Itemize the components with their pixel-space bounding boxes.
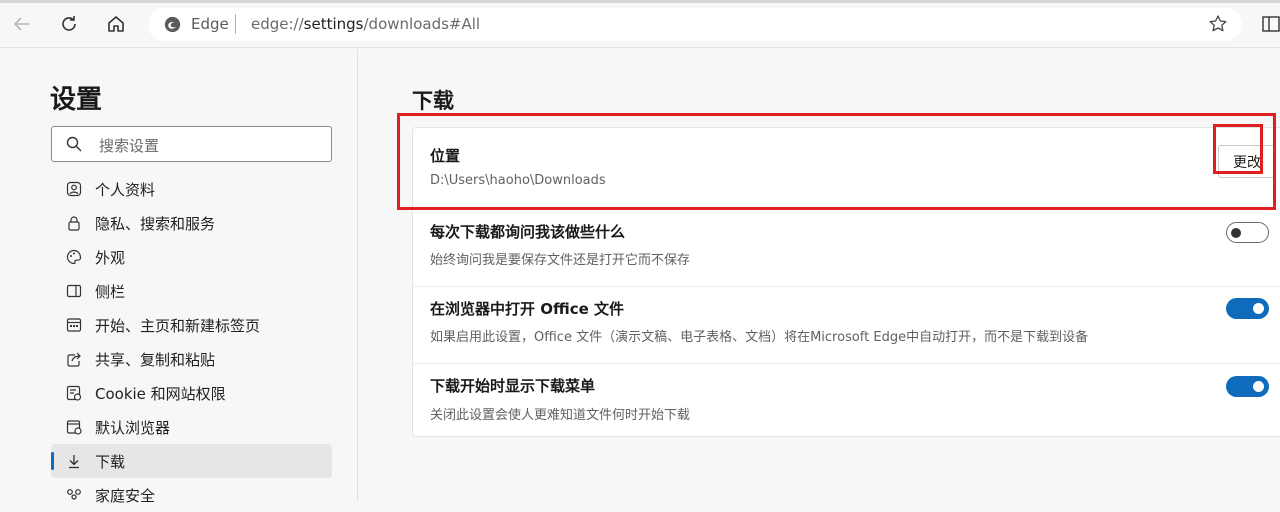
open-office-desc: 如果启用此设置，Office 文件（演示文稿、电子表格、文档）将在Microso… — [430, 330, 1089, 345]
sidebar-item-label: 侧栏 — [95, 282, 126, 301]
window-top-border — [0, 0, 1280, 3]
sidebar-item-start-home[interactable]: 开始、主页和新建标签页 — [51, 308, 332, 342]
browser-brand-label: Edge — [191, 15, 229, 33]
back-arrow-icon — [13, 17, 29, 31]
refresh-icon — [62, 16, 76, 31]
toggle-knob — [1253, 381, 1264, 392]
home-icon — [108, 16, 124, 32]
sidebar-item-downloads[interactable]: 下载 — [51, 444, 332, 478]
share-icon — [65, 350, 83, 368]
show-download-menu-toggle[interactable] — [1226, 376, 1269, 397]
home-button[interactable] — [101, 9, 131, 39]
split-screen-icon[interactable] — [1262, 15, 1280, 33]
browser-icon — [65, 418, 83, 436]
show-download-menu-desc: 关闭此设置会使人更难知道文件何时开始下载 — [430, 408, 691, 423]
sidebar-item-default-browser[interactable]: 默认浏览器 — [51, 410, 332, 444]
sidebar-item-label: 默认浏览器 — [95, 418, 171, 437]
back-button[interactable] — [7, 9, 37, 39]
sidebar-item-label: Cookie 和网站权限 — [95, 384, 226, 403]
sidebar-item-sidebar[interactable]: 侧栏 — [51, 274, 332, 308]
settings-search-input[interactable]: 搜索设置 — [51, 126, 332, 162]
download-icon — [65, 452, 83, 470]
search-icon — [66, 136, 82, 152]
sidebar-item-appearance[interactable]: 外观 — [51, 240, 332, 274]
settings-sidebar: 设置 搜索设置 个人资料 隐私、搜索和服务 外观 侧栏 开始、主页和新建标签页 … — [0, 49, 358, 505]
ask-each-download-title: 每次下载都询问我该做些什么 — [430, 223, 626, 241]
sidebar-item-label: 共享、复制和粘贴 — [95, 350, 216, 369]
settings-nav: 个人资料 隐私、搜索和服务 外观 侧栏 开始、主页和新建标签页 共享、复制和粘贴… — [51, 172, 332, 512]
lock-icon — [65, 214, 83, 232]
sidebar-item-privacy[interactable]: 隐私、搜索和服务 — [51, 206, 332, 240]
sidebar-item-profile[interactable]: 个人资料 — [51, 172, 332, 206]
open-office-toggle[interactable] — [1226, 298, 1269, 319]
profile-icon — [65, 180, 83, 198]
refresh-button[interactable] — [54, 9, 84, 39]
toggle-knob — [1253, 303, 1264, 314]
sidebar-item-cookies[interactable]: Cookie 和网站权限 — [51, 376, 332, 410]
ask-each-download-desc: 始终询问我是要保存文件还是打开它而不保存 — [430, 253, 691, 268]
ask-each-download-row: 每次下载都询问我该做些什么 始终询问我是要保存文件还是打开它而不保存 — [413, 209, 1280, 287]
sidebar-item-family[interactable]: 家庭安全 — [51, 478, 332, 512]
palette-icon — [65, 248, 83, 266]
address-bar[interactable]: Edge edge://settings/downloads#All — [148, 8, 1242, 41]
edge-logo-icon — [164, 16, 181, 33]
sidebar-item-label: 开始、主页和新建标签页 — [95, 316, 261, 335]
show-download-menu-title: 下载开始时显示下载菜单 — [430, 377, 596, 395]
browser-toolbar: Edge edge://settings/downloads#All — [0, 0, 1280, 48]
url-text[interactable]: edge://settings/downloads#All — [251, 15, 480, 33]
show-download-menu-row: 下载开始时显示下载菜单 关闭此设置会使人更难知道文件何时开始下载 — [413, 364, 1280, 438]
open-office-title: 在浏览器中打开 Office 文件 — [430, 300, 624, 318]
ask-each-download-toggle[interactable] — [1226, 222, 1269, 243]
search-placeholder: 搜索设置 — [99, 137, 160, 155]
toggle-knob — [1231, 228, 1241, 238]
family-icon — [65, 486, 83, 504]
sidebar-item-label: 下载 — [95, 452, 126, 471]
sidebar-item-label: 隐私、搜索和服务 — [95, 214, 216, 233]
page-title: 下载 — [412, 89, 454, 113]
sidebar-item-label: 外观 — [95, 248, 126, 267]
favorite-star-icon[interactable] — [1208, 14, 1228, 34]
change-button-highlight-box — [1213, 124, 1263, 174]
sidebar-item-label: 个人资料 — [95, 180, 156, 199]
location-highlight-box — [397, 113, 1276, 210]
open-office-row: 在浏览器中打开 Office 文件 如果启用此设置，Office 文件（演示文稿… — [413, 287, 1280, 364]
sidebar-item-label: 家庭安全 — [95, 486, 156, 505]
address-separator — [235, 14, 236, 34]
home-grid-icon — [65, 316, 83, 334]
cookie-icon — [65, 384, 83, 402]
sidebar-icon — [65, 282, 83, 300]
sidebar-item-share[interactable]: 共享、复制和粘贴 — [51, 342, 332, 376]
settings-title: 设置 — [50, 85, 103, 115]
